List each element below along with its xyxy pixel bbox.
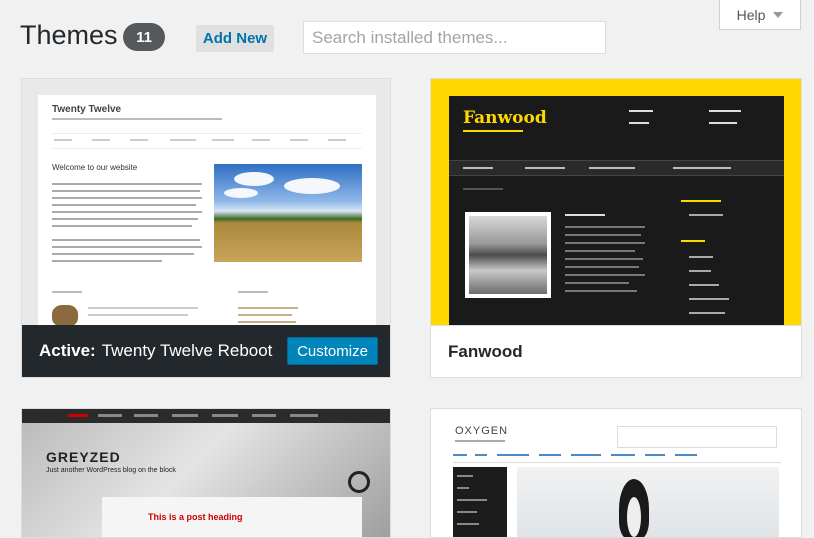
search-input[interactable] xyxy=(303,21,606,54)
theme-card-active[interactable]: Twenty Twelve Welcome to our website Act… xyxy=(21,78,391,378)
screenshot-nav xyxy=(449,160,784,176)
customize-button[interactable]: Customize xyxy=(287,337,378,365)
active-label: Active: xyxy=(39,341,96,360)
screenshot-title: GREYZED xyxy=(46,449,121,465)
theme-card-oxygen[interactable]: OXYGEN xyxy=(430,408,802,538)
help-label: Help xyxy=(736,6,766,23)
help-tab[interactable]: Help xyxy=(719,0,801,30)
theme-screenshot[interactable]: OXYGEN xyxy=(431,409,801,537)
theme-card-fanwood[interactable]: Fanwood Fanwood xyxy=(430,78,802,378)
screenshot-thumbnail xyxy=(52,305,78,327)
add-new-button[interactable]: Add New xyxy=(196,25,274,52)
screenshot-nav xyxy=(453,452,781,463)
theme-screenshot[interactable]: GREYZED Just another WordPress blog on t… xyxy=(22,409,390,537)
screenshot-body: Fanwood xyxy=(449,96,784,325)
active-theme-name: Twenty Twelve Reboot xyxy=(101,341,273,360)
theme-screenshot[interactable]: Fanwood xyxy=(431,79,801,325)
screenshot-nav xyxy=(22,409,390,423)
screenshot-tagline xyxy=(52,118,222,120)
screenshot-logo: Fanwood xyxy=(463,108,547,128)
screenshot-landscape-image xyxy=(214,164,362,262)
screenshot-post-image xyxy=(465,212,551,298)
theme-screenshot[interactable]: Twenty Twelve Welcome to our website xyxy=(38,95,376,327)
caret-down-icon xyxy=(773,11,784,18)
penguin-image xyxy=(619,479,649,537)
screenshot-sidebar xyxy=(453,467,507,537)
screenshot-heading: Welcome to our website xyxy=(52,163,138,172)
screenshot-post-heading: This is a post heading xyxy=(148,512,243,522)
screenshot-site-title: Twenty Twelve xyxy=(52,104,122,115)
theme-count-badge: 11 xyxy=(123,23,165,51)
theme-card-greyzed[interactable]: GREYZED Just another WordPress blog on t… xyxy=(21,408,391,538)
active-theme-bar: Active: Twenty Twelve Reboot Customize xyxy=(22,325,390,377)
screenshot-title: OXYGEN xyxy=(455,425,509,437)
theme-name: Fanwood xyxy=(431,325,801,377)
screenshot-nav xyxy=(52,133,362,149)
screenshot-header-box xyxy=(617,426,777,448)
page-title: Themes xyxy=(20,20,118,50)
screenshot-description: Just another WordPress blog on the block xyxy=(46,467,176,474)
rss-icon xyxy=(348,471,370,493)
